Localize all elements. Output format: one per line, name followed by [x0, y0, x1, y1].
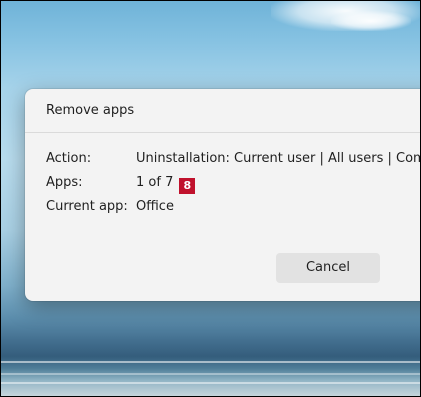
cloud	[331, 11, 411, 31]
apps-label: Apps:	[46, 175, 83, 190]
current-app-value: Office	[136, 199, 174, 214]
annotation-marker-badge: 8	[179, 178, 196, 194]
current-app-label: Current app:	[46, 199, 128, 214]
action-label: Action:	[46, 151, 92, 166]
current-app-row: Current app: Office	[46, 199, 174, 214]
wave-line	[1, 361, 420, 363]
desktop-background: Remove apps Action: Uninstallation: Curre…	[0, 0, 421, 397]
cancel-button[interactable]: Cancel	[276, 253, 380, 283]
dialog-title: Remove apps	[46, 103, 135, 118]
apps-value: 1 of 7	[136, 175, 174, 190]
wave-line	[1, 382, 420, 384]
wave-line	[1, 373, 420, 375]
apps-row: Apps: 1 of 7 8	[46, 175, 196, 194]
action-value: Uninstallation: Current user | All users…	[136, 151, 421, 166]
divider	[25, 132, 420, 133]
action-row: Action: Uninstallation: Current user | Al…	[46, 151, 421, 166]
remove-apps-dialog: Remove apps Action: Uninstallation: Curre…	[25, 89, 421, 301]
